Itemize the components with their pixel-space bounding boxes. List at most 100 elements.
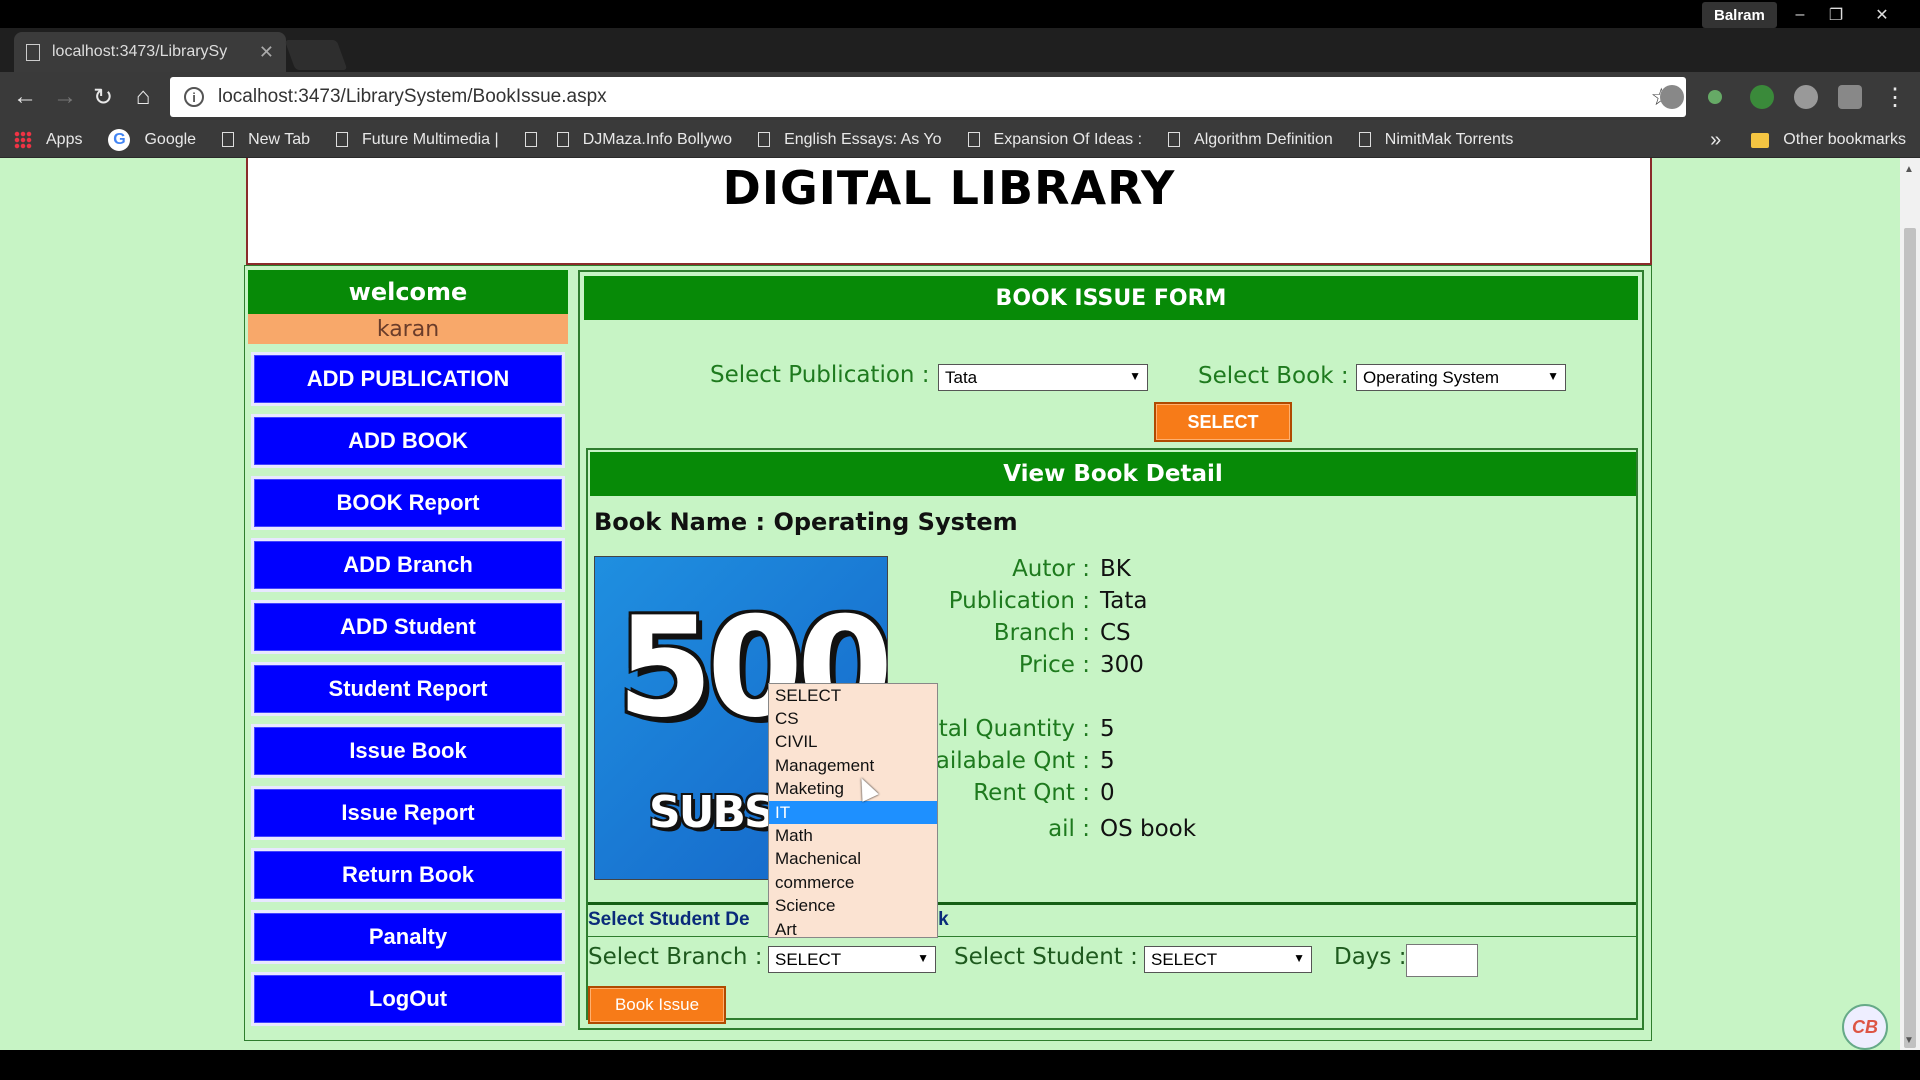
bookmark-label: NimitMak Torrents: [1384, 130, 1514, 148]
new-tab-button[interactable]: [284, 40, 348, 70]
chevron-down-icon: ▼: [1547, 369, 1559, 383]
close-tab-icon[interactable]: ✕: [259, 42, 274, 63]
detail-row-total-quantity: otal Quantity : 5: [898, 716, 1398, 748]
welcome-header: welcome: [248, 270, 568, 314]
logout-button[interactable]: LogOut: [251, 972, 565, 1026]
dropdown-option[interactable]: Art: [769, 918, 937, 941]
penalty-button[interactable]: Panalty: [251, 910, 565, 964]
chevron-down-icon: ▼: [917, 951, 929, 965]
bookmarks-overflow-button[interactable]: »: [1710, 129, 1721, 152]
publication-select[interactable]: Tata ▼: [938, 364, 1148, 391]
branch-select[interactable]: SELECT ▼: [768, 946, 936, 973]
detail-row-price: Price : 300: [898, 652, 1398, 684]
shield-extension-icon[interactable]: [1838, 85, 1862, 109]
back-icon[interactable]: ←: [10, 82, 40, 112]
detail-key: Price :: [1018, 652, 1090, 678]
add-book-button[interactable]: ADD BOOK: [251, 414, 565, 468]
page-icon: [967, 132, 980, 147]
bookmark-future-multimedia[interactable]: Future Multimedia |: [336, 131, 499, 149]
dropdown-option[interactable]: CIVIL: [769, 731, 937, 754]
add-publication-button[interactable]: ADD PUBLICATION: [251, 352, 565, 406]
page-icon: [222, 132, 235, 147]
skype-extension-icon[interactable]: [1660, 85, 1684, 109]
scroll-up-icon[interactable]: ▲: [1904, 164, 1914, 175]
dropdown-option[interactable]: Math: [769, 824, 937, 847]
bookmark-apps[interactable]: Apps: [14, 130, 82, 149]
student-select[interactable]: SELECT ▼: [1144, 946, 1312, 973]
dropdown-option[interactable]: SELECT: [769, 684, 937, 707]
address-bar[interactable]: i localhost:3473/LibrarySystem/BookIssue…: [170, 77, 1686, 117]
puzzle-extension-icon[interactable]: [1794, 85, 1818, 109]
reload-icon[interactable]: ↻: [88, 82, 118, 112]
page-scrollbar[interactable]: ▲ ▼: [1900, 158, 1920, 1050]
globe-extension-icon[interactable]: [1750, 85, 1774, 109]
dropdown-option-highlighted[interactable]: IT: [769, 800, 937, 825]
profile-button[interactable]: Balram: [1702, 2, 1777, 28]
bookmark-expansion-of-ideas[interactable]: Expansion Of Ideas :: [967, 130, 1143, 149]
browser-toolbar: ← → ↻ ⌂ i localhost:3473/LibrarySystem/B…: [0, 72, 1920, 122]
restore-icon[interactable]: ❐: [1818, 2, 1854, 28]
return-book-button[interactable]: Return Book: [251, 848, 565, 902]
screen: Balram – ❐ ✕ localhost:3473/LibrarySy ✕ …: [0, 0, 1920, 1080]
student-report-button[interactable]: Student Report: [251, 662, 565, 716]
page-icon: [556, 132, 569, 147]
bookmark-label: Expansion Of Ideas :: [993, 130, 1143, 148]
detail-value: 300: [1100, 652, 1144, 678]
menu-kebab-icon[interactable]: ⋮: [1880, 82, 1910, 112]
bookmark-new-tab[interactable]: New Tab: [222, 131, 310, 149]
issue-report-button[interactable]: Issue Report: [251, 786, 565, 840]
publication-label: Select Publication :: [710, 362, 930, 388]
window-top-strip: Balram – ❐ ✕: [0, 0, 1920, 28]
dropdown-option[interactable]: Machenical: [769, 848, 937, 871]
bookmark-nimitmak[interactable]: NimitMak Torrents: [1358, 130, 1514, 149]
folder-icon: [1751, 132, 1770, 148]
chevron-down-icon: ▼: [1293, 951, 1305, 965]
select-button[interactable]: SELECT: [1154, 402, 1292, 442]
bookmark-google[interactable]: G Google: [108, 128, 196, 151]
minimize-icon[interactable]: –: [1782, 2, 1818, 28]
detail-key: Publication :: [948, 588, 1090, 614]
branch-dropdown-list[interactable]: SELECT CS CIVIL Management Maketing IT M…: [768, 683, 938, 941]
dropdown-option[interactable]: Management: [769, 754, 937, 777]
add-branch-button[interactable]: ADD Branch: [251, 538, 565, 592]
detail-row-rent-quantity: Rent Qnt : 0: [898, 780, 1398, 812]
home-icon[interactable]: ⌂: [128, 82, 158, 112]
detail-value: CS: [1100, 620, 1131, 646]
scrollbar-thumb[interactable]: [1904, 228, 1916, 1048]
add-student-button[interactable]: ADD Student: [251, 600, 565, 654]
detail-heading: View Book Detail: [590, 452, 1636, 496]
book-name: Book Name : Operating System: [594, 508, 1018, 536]
other-bookmarks[interactable]: Other bookmarks: [1783, 131, 1906, 149]
detail-value: 5: [1100, 716, 1115, 742]
forward-icon[interactable]: →: [50, 82, 80, 112]
browser-tab[interactable]: localhost:3473/LibrarySy ✕: [14, 32, 286, 72]
bookmark-label: Future Multimedia |: [362, 130, 499, 148]
subhead-left: Select Student De: [588, 909, 750, 930]
bookmark-untitled[interactable]: [524, 132, 551, 147]
extension-dot-icon[interactable]: [1708, 90, 1722, 104]
chevron-down-icon: ▼: [1129, 369, 1141, 383]
section-divider-thin: [588, 936, 1636, 937]
site-header: DIGITAL LIBRARY: [246, 158, 1652, 265]
publication-selected-value: Tata: [945, 367, 978, 387]
book-issue-button[interactable]: Book Issue: [588, 986, 726, 1024]
bookmark-djmaza[interactable]: DJMaza.Info Bollywo: [556, 131, 732, 149]
book-select[interactable]: Operating System ▼: [1356, 364, 1566, 391]
dropdown-option[interactable]: commerce: [769, 871, 937, 894]
tab-title: localhost:3473/LibrarySy: [52, 43, 228, 60]
branch-label: Select Branch :: [588, 944, 763, 970]
book-report-button[interactable]: BOOK Report: [251, 476, 565, 530]
bookmark-english-essays[interactable]: English Essays: As Yo: [758, 131, 942, 149]
url-text: localhost:3473/LibrarySystem/BookIssue.a…: [218, 86, 607, 107]
bookmark-algorithm-definition[interactable]: Algorithm Definition: [1168, 131, 1333, 149]
site-info-icon[interactable]: i: [184, 87, 204, 107]
close-window-icon[interactable]: ✕: [1864, 2, 1900, 28]
days-input[interactable]: [1406, 944, 1478, 977]
detail-row-available-quantity: vailabale Qnt : 5: [898, 748, 1398, 780]
bookmarks-right: » Other bookmarks: [1710, 122, 1906, 158]
dropdown-option[interactable]: CS: [769, 707, 937, 730]
detail-row-author: Autor : BK: [898, 556, 1398, 588]
issue-book-button[interactable]: Issue Book: [251, 724, 565, 778]
scroll-down-icon[interactable]: ▼: [1904, 1035, 1914, 1046]
dropdown-option[interactable]: Science: [769, 895, 937, 918]
